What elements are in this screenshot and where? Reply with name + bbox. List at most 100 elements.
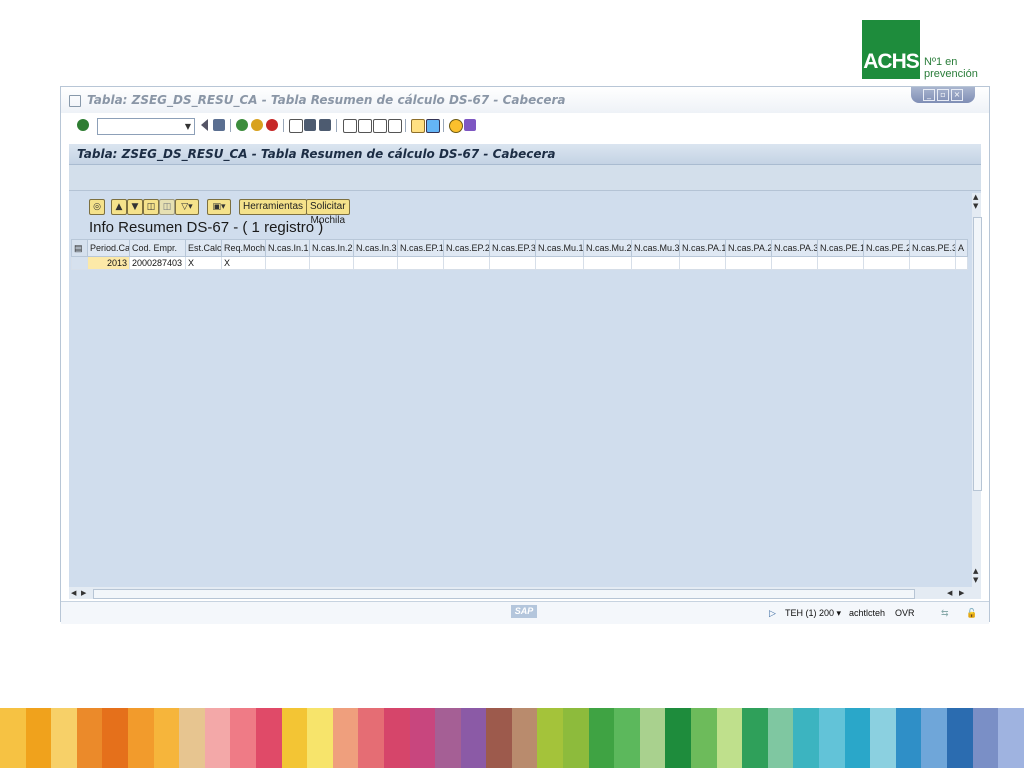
prev-page-icon[interactable]: [358, 119, 372, 133]
table-cell[interactable]: [309, 256, 354, 270]
table-cell[interactable]: [489, 256, 536, 270]
column-header[interactable]: Est.Calc.: [185, 239, 222, 257]
column-header[interactable]: N.cas.PE.2: [863, 239, 910, 257]
stripe: [127, 708, 154, 768]
column-header[interactable]: N.cas.Mu.2: [583, 239, 632, 257]
table-cell[interactable]: [863, 256, 910, 270]
find-icon[interactable]: [304, 119, 316, 131]
expand-status-icon[interactable]: ▷: [769, 608, 776, 619]
table-cell[interactable]: [353, 256, 398, 270]
find-icon[interactable]: ◫: [143, 199, 159, 215]
sort-asc-icon[interactable]: ▲: [111, 199, 127, 215]
row-selector[interactable]: [71, 256, 88, 270]
back-icon[interactable]: [201, 119, 208, 131]
layout-icon[interactable]: [464, 119, 476, 131]
table-cell[interactable]: 2000287403: [129, 256, 186, 270]
table-cell[interactable]: [725, 256, 772, 270]
table-cell[interactable]: [443, 256, 490, 270]
insert-mode[interactable]: OVR: [895, 608, 915, 618]
find-next-icon[interactable]: [319, 119, 331, 131]
table-row[interactable]: 2013 2000287403 X X: [71, 256, 968, 270]
column-header[interactable]: N.cas.EP.1: [397, 239, 444, 257]
table-cell[interactable]: [679, 256, 726, 270]
restore-icon[interactable]: ▫: [937, 89, 949, 101]
filter-icon[interactable]: ▽▾: [175, 199, 199, 215]
column-header[interactable]: A: [955, 239, 968, 257]
column-header[interactable]: N.cas.PA.1: [679, 239, 726, 257]
scroll-right-icon[interactable]: ▶: [81, 589, 86, 597]
scroll-left-icon[interactable]: ◀: [947, 589, 952, 597]
vertical-scrollbar[interactable]: ▲ ▼ ▲ ▼: [972, 193, 982, 587]
horizontal-scrollbar[interactable]: ◀ ▶ ◀ ▶: [69, 587, 981, 599]
table-cell[interactable]: [955, 256, 968, 270]
table-cell[interactable]: X: [221, 256, 266, 270]
next-page-icon[interactable]: [373, 119, 387, 133]
column-header[interactable]: N.cas.EP.3: [489, 239, 536, 257]
scroll-left-icon[interactable]: ◀: [71, 589, 76, 597]
logo-text: ACHS: [863, 50, 920, 73]
lock-icon[interactable]: 🔓: [966, 608, 977, 619]
last-page-icon[interactable]: [388, 119, 402, 133]
close-icon[interactable]: ×: [951, 89, 963, 101]
first-page-icon[interactable]: [343, 119, 357, 133]
exit-icon[interactable]: [251, 119, 263, 131]
table-cell[interactable]: X: [185, 256, 222, 270]
new-session-icon[interactable]: [411, 119, 425, 133]
table-cell[interactable]: [583, 256, 632, 270]
vertical-scroll-thumb[interactable]: [973, 217, 982, 491]
stripe: [844, 708, 871, 768]
column-header[interactable]: N.cas.Mu.1: [535, 239, 584, 257]
table-cell[interactable]: [397, 256, 444, 270]
column-header[interactable]: Period.Cal: [87, 239, 130, 257]
back-green-icon[interactable]: [236, 119, 248, 131]
column-header[interactable]: N.cas.PA.3: [771, 239, 818, 257]
horizontal-scroll-thumb[interactable]: [93, 589, 915, 599]
scroll-up-icon[interactable]: ▲: [973, 567, 978, 575]
scroll-down-icon[interactable]: ▼: [973, 202, 978, 210]
table-cell[interactable]: [817, 256, 864, 270]
scroll-down-icon[interactable]: ▼: [973, 576, 978, 584]
cancel-icon[interactable]: [266, 119, 278, 131]
column-header[interactable]: N.cas.In.2: [309, 239, 354, 257]
window-controls: _ ▫ ×: [911, 87, 975, 103]
scroll-up-icon[interactable]: ▲: [973, 193, 978, 201]
help-icon[interactable]: [449, 119, 463, 133]
details-icon[interactable]: ◎: [89, 199, 105, 215]
column-header[interactable]: Cod. Empr.: [129, 239, 186, 257]
table-cell[interactable]: [771, 256, 818, 270]
minimize-icon[interactable]: _: [923, 89, 935, 101]
column-header[interactable]: Req.Moch.: [221, 239, 266, 257]
save-icon[interactable]: [213, 119, 225, 131]
column-header[interactable]: N.cas.In.3: [353, 239, 398, 257]
stripe: [946, 708, 973, 768]
table-cell[interactable]: [265, 256, 310, 270]
column-header[interactable]: N.cas.PE.3: [909, 239, 956, 257]
shortcut-icon[interactable]: [426, 119, 440, 133]
column-header[interactable]: N.cas.EP.2: [443, 239, 490, 257]
stripe: [358, 708, 384, 768]
column-header[interactable]: N.cas.In.1: [265, 239, 310, 257]
stripe: [665, 708, 692, 768]
herramientas-button[interactable]: Herramientas: [239, 199, 308, 215]
solicitar-mochila-button[interactable]: Solicitar Mochila: [306, 199, 350, 226]
column-header[interactable]: N.cas.Mu.3: [631, 239, 680, 257]
command-field[interactable]: ▼: [97, 118, 195, 135]
sort-desc-icon[interactable]: ▼: [127, 199, 143, 215]
stripe: [409, 708, 436, 768]
export-icon[interactable]: ▣▾: [207, 199, 231, 215]
tagline-line1: Nº1 en: [924, 56, 958, 68]
scroll-right-icon[interactable]: ▶: [959, 589, 964, 597]
stripe: [639, 708, 666, 768]
table-cell[interactable]: 2013: [87, 256, 130, 270]
print-icon[interactable]: [289, 119, 303, 133]
select-all-icon[interactable]: ▤: [71, 239, 88, 257]
column-header[interactable]: N.cas.PE.1: [817, 239, 864, 257]
session-info[interactable]: TEH (1) 200 ▾: [785, 608, 841, 619]
chevron-down-icon[interactable]: ▼: [182, 119, 194, 134]
column-header[interactable]: N.cas.PA.2: [725, 239, 772, 257]
table-cell[interactable]: [909, 256, 956, 270]
table-cell[interactable]: [631, 256, 680, 270]
find-next-icon[interactable]: ◫: [159, 199, 175, 215]
table-cell[interactable]: [535, 256, 584, 270]
enter-icon[interactable]: [77, 119, 89, 131]
